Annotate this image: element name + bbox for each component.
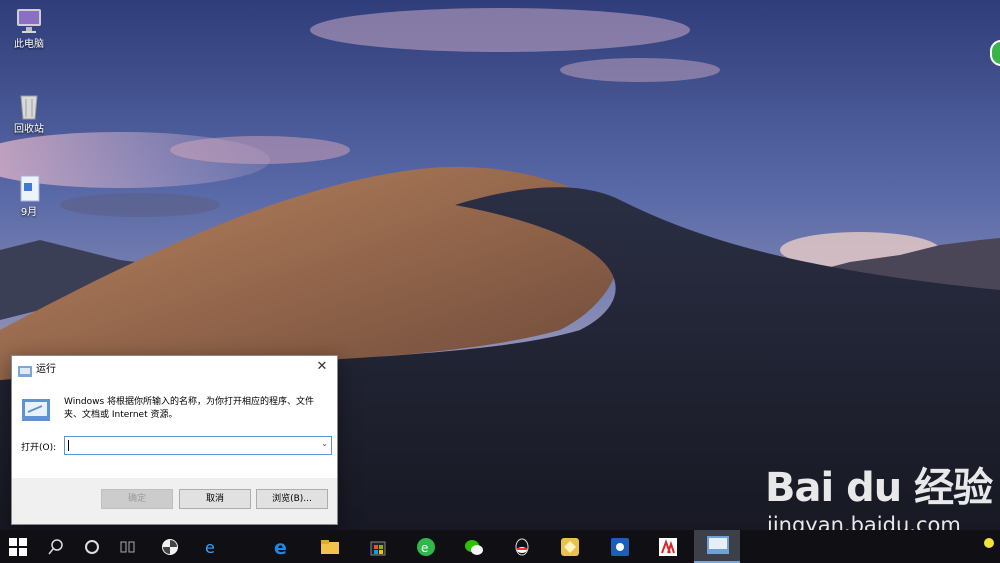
wechat-icon [464,537,484,557]
taskbar-app-gold[interactable] [552,530,588,563]
search-button[interactable] [38,530,74,563]
cancel-button[interactable]: 取消 [179,489,251,509]
taskbar-app-qq[interactable] [504,530,540,563]
taskbar-app-store[interactable] [360,530,396,563]
run-program-icon [22,399,50,421]
run-command-input[interactable]: ⌄ [64,436,332,455]
cortana-button[interactable] [74,530,110,563]
taskbar-app-wechat[interactable] [456,530,492,563]
taskbar-app-run[interactable] [694,530,740,563]
run-dialog-title: 运行 [36,364,56,375]
app-red-icon [658,537,678,557]
taskbar-app-pinwheel[interactable] [152,530,188,563]
run-dialog: 运行 ✕ Windows 将根据你所输入的名称，为你打开相应的程序、文件夹、文档… [11,355,338,525]
pinwheel-icon [160,537,180,557]
store-icon [368,537,388,557]
chevron-down-icon[interactable]: ⌄ [321,439,328,448]
desktop-icon-this-pc[interactable]: 此电脑 [1,5,57,51]
system-tray[interactable] [984,538,994,551]
taskbar: e e e [0,530,1000,563]
recycle-bin-icon [13,90,45,122]
run-dialog-titlebar[interactable]: 运行 ✕ [12,356,337,380]
app-gold-icon [560,537,580,557]
computer-icon [13,5,45,37]
search-icon [46,537,66,557]
open-label: 打开(O): [21,443,57,453]
task-view-icon [118,537,138,557]
tray-status-icon[interactable] [984,538,994,548]
desktop-icon-recycle-bin[interactable]: 回收站 [1,90,57,136]
desktop-icon-document[interactable]: 9月 [1,173,57,219]
ie-icon: e [202,537,222,557]
desktop-icon-label: 9月 [20,207,38,218]
run-app-icon [18,362,32,377]
taskbar-app-file-explorer[interactable] [312,530,348,563]
document-icon [13,173,45,205]
ok-button[interactable]: 确定 [101,489,173,509]
file-explorer-icon [320,537,340,557]
watermark-logo: Bai du 经验 [765,465,993,511]
start-icon [8,537,28,557]
taskbar-app-blue[interactable] [602,530,638,563]
edge-icon: e [272,537,292,559]
taskbar-app-edge[interactable]: e [264,530,300,563]
desktop-icon-label: 回收站 [14,124,44,135]
svg-text:e: e [205,538,215,557]
browser-360-icon: e [416,537,436,557]
text-caret [68,440,69,451]
cortana-icon [82,537,102,557]
desktop-icon-label: 此电脑 [14,39,44,50]
app-blue-icon [610,537,630,557]
desktop: 此电脑 回收站 9月 运行 ✕ Windows 将根据你所输入的名称，为你打开相… [0,0,1000,563]
svg-text:e: e [421,541,428,555]
run-dialog-description: Windows 将根据你所输入的名称，为你打开相应的程序、文件夹、文档或 Int… [64,397,315,420]
close-icon[interactable]: ✕ [313,358,331,376]
qq-icon [512,537,532,557]
browse-button[interactable]: 浏览(B)... [256,489,328,509]
task-view-button[interactable] [110,530,146,563]
start-button[interactable] [0,530,36,563]
taskbar-app-360-browser[interactable]: e [408,530,444,563]
svg-text:e: e [274,537,287,557]
taskbar-app-ie[interactable]: e [194,530,230,563]
taskbar-app-red[interactable] [650,530,686,563]
run-app-icon [707,535,729,556]
